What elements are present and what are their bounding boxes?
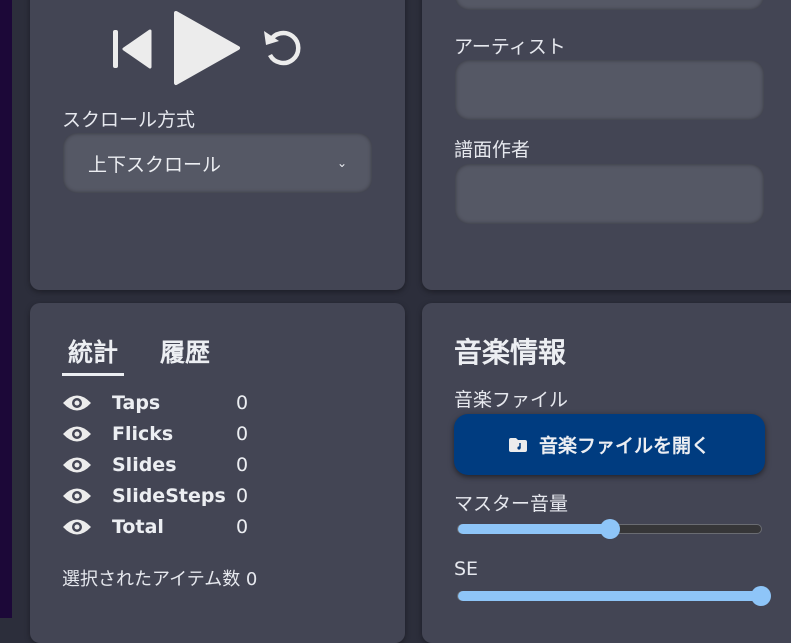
- stat-value: 0: [236, 422, 249, 445]
- music-title: 音楽情報: [454, 336, 567, 369]
- stat-row: Total 0: [62, 511, 248, 542]
- restart-icon[interactable]: [260, 25, 306, 71]
- stat-name: SlideSteps: [112, 484, 226, 507]
- eye-icon[interactable]: [62, 487, 92, 505]
- player-panel: スクロール方式 上下スクロール ⌄: [30, 0, 405, 290]
- stat-row: Flicks 0: [62, 418, 248, 449]
- metadata-panel: アーティスト 譜面作者: [422, 0, 791, 290]
- eye-icon[interactable]: [62, 456, 92, 474]
- stat-value: 0: [236, 515, 249, 538]
- skip-back-icon[interactable]: [110, 26, 154, 70]
- stat-row: SlideSteps 0: [62, 480, 248, 511]
- stat-row: Taps 0: [62, 387, 248, 418]
- se-volume-slider[interactable]: [457, 586, 771, 606]
- se-label: SE: [454, 558, 479, 580]
- stat-name: Flicks: [112, 422, 174, 445]
- scroll-mode-label: スクロール方式: [62, 109, 196, 131]
- open-music-button[interactable]: 音楽ファイルを開く: [454, 414, 765, 475]
- selected-count: 選択されたアイテム数 0: [62, 569, 258, 590]
- eye-icon[interactable]: [62, 518, 92, 536]
- scroll-mode-value: 上下スクロール: [88, 153, 222, 176]
- scroll-mode-select[interactable]: 上下スクロール ⌄: [63, 133, 372, 193]
- master-volume-slider[interactable]: [457, 519, 762, 539]
- eye-icon[interactable]: [62, 394, 92, 412]
- music-file-label: 音楽ファイル: [454, 389, 569, 411]
- title-input[interactable]: [455, 0, 764, 10]
- master-volume-label: マスター音量: [454, 493, 569, 515]
- chevron-down-icon: ⌄: [336, 156, 347, 170]
- folder-music-icon: [508, 437, 527, 452]
- stat-row: Slides 0: [62, 449, 248, 480]
- eye-icon[interactable]: [62, 425, 92, 443]
- slider-thumb[interactable]: [751, 586, 771, 606]
- play-icon[interactable]: [172, 10, 242, 86]
- open-music-label: 音楽ファイルを開く: [538, 436, 710, 457]
- artist-input[interactable]: [455, 60, 764, 120]
- slider-thumb[interactable]: [599, 519, 620, 539]
- tab-stats[interactable]: 統計: [62, 333, 125, 376]
- stats-panel: 統計 履歴 Taps 0 Flicks 0 Slides 0 SlideSteps 0 …: [30, 303, 405, 643]
- stat-name: Slides: [112, 453, 177, 476]
- stat-value: 0: [236, 484, 249, 507]
- artist-label: アーティスト: [454, 36, 566, 58]
- stat-value: 0: [236, 391, 249, 414]
- stat-name: Taps: [112, 391, 161, 414]
- charter-input[interactable]: [455, 164, 764, 224]
- side-strip: [0, 0, 12, 618]
- tab-history[interactable]: 履歴: [154, 333, 216, 376]
- stat-value: 0: [236, 453, 249, 476]
- music-panel: 音楽情報 音楽ファイル 音楽ファイルを開く マスター音量 SE: [422, 303, 791, 643]
- charter-label: 譜面作者: [454, 139, 531, 161]
- stat-name: Total: [112, 515, 164, 538]
